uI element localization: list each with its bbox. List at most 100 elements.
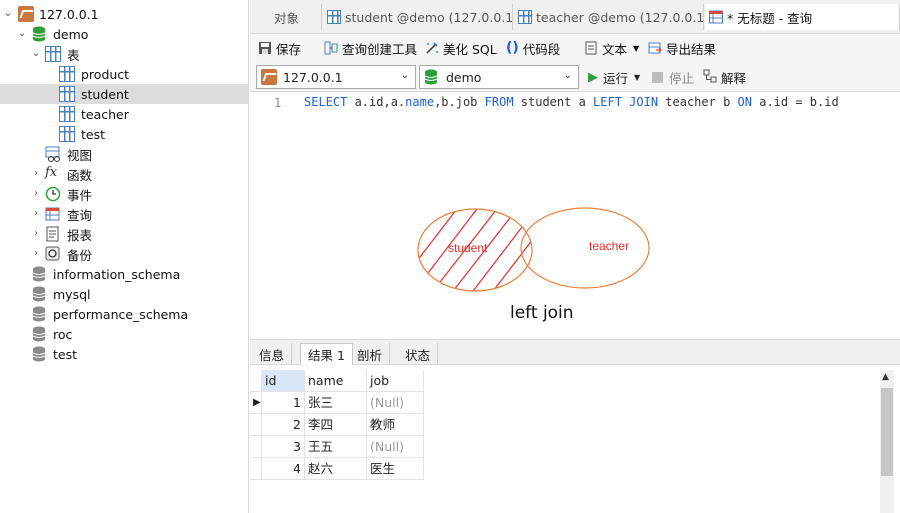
cell-job[interactable]: (Null): [367, 392, 424, 414]
database-label: roc: [53, 326, 73, 342]
group-label: 备份: [67, 247, 93, 263]
tree-database-demo[interactable]: ⌄ demo: [0, 24, 248, 44]
text-icon: [584, 41, 598, 55]
tree-table-teacher[interactable]: teacher: [0, 104, 248, 124]
report-icon: [45, 226, 61, 242]
chevron-down-icon[interactable]: ⌄: [30, 48, 42, 60]
tree-database[interactable]: test: [0, 344, 248, 364]
result-scrollbar[interactable]: ▲: [880, 370, 894, 513]
scrollbar-thumb[interactable]: [881, 388, 893, 476]
text-mode-button[interactable]: 文本 ▼: [584, 39, 639, 57]
connection-label: 127.0.0.1: [39, 6, 99, 22]
tab-result-1[interactable]: 结果 1: [300, 343, 353, 365]
tab-objects[interactable]: 对象: [250, 4, 322, 30]
tab-profile[interactable]: 剖析: [350, 343, 391, 365]
tree-table-test[interactable]: test: [0, 124, 248, 144]
right-circle: [520, 207, 650, 289]
cell-name[interactable]: 王五: [305, 436, 367, 458]
tree-views[interactable]: 视图: [0, 144, 248, 164]
cell-name[interactable]: 张三: [305, 392, 367, 414]
cell-job[interactable]: (Null): [367, 436, 424, 458]
tab-teacher[interactable]: teacher @demo (127.0.0.1...: [514, 4, 704, 30]
play-icon: ▶: [588, 69, 598, 85]
tree-queries[interactable]: › 查询: [0, 204, 248, 224]
query-builder-button[interactable]: 查询创建工具: [324, 39, 417, 57]
cell-job[interactable]: 教师: [367, 414, 424, 436]
sql-keyword: SELECT: [304, 95, 348, 109]
column-header-job[interactable]: job: [367, 370, 424, 392]
beautify-icon: [425, 41, 439, 55]
cell-id[interactable]: 2: [262, 414, 305, 436]
connection-icon: [261, 69, 277, 85]
tab-query[interactable]: * 无标题 - 查询: [705, 4, 900, 30]
table-row[interactable]: ▶ 1 张三 (Null): [250, 392, 425, 414]
tab-student[interactable]: student @demo (127.0.0.1...: [323, 4, 513, 30]
beautify-sql-button[interactable]: 美化 SQL: [425, 39, 497, 57]
connection-select[interactable]: 127.0.0.1 ⌄: [256, 65, 416, 89]
tree-database[interactable]: mysql: [0, 284, 248, 304]
sql-keyword: FROM: [484, 95, 514, 109]
tab-status[interactable]: 状态: [398, 343, 439, 365]
chevron-right-icon[interactable]: ›: [30, 208, 42, 220]
group-label: 查询: [67, 207, 93, 223]
explain-icon: [703, 69, 717, 86]
database-select[interactable]: demo ⌄: [419, 65, 579, 89]
tree-backups[interactable]: › 备份: [0, 244, 248, 264]
database-icon: [32, 266, 48, 282]
table-group-icon: [45, 46, 61, 62]
chevron-right-icon[interactable]: ›: [30, 228, 42, 240]
result-tabs: 信息 结果 1 剖析 状态: [250, 339, 900, 365]
chevron-down-icon[interactable]: ⌄: [2, 8, 14, 20]
chevron-right-icon[interactable]: ›: [30, 188, 42, 200]
cell-id[interactable]: 1: [262, 392, 305, 414]
sql-editor[interactable]: 1 SELECT a.id,a.name,b.job FROM student …: [250, 92, 900, 338]
save-icon: [258, 41, 272, 55]
tree-database[interactable]: performance_schema: [0, 304, 248, 324]
column-header-name[interactable]: name: [305, 370, 367, 392]
snippet-button[interactable]: () 代码段: [506, 39, 560, 57]
venn-left-label: student: [448, 241, 488, 255]
result-grid[interactable]: id name job ▶ 1 张三 (Null) 2 李四 教师 3 王五 (…: [250, 370, 880, 513]
cell-job[interactable]: 医生: [367, 458, 424, 480]
stop-button[interactable]: 停止: [652, 68, 694, 86]
database-label: information_schema: [53, 266, 181, 282]
chevron-right-icon[interactable]: ›: [30, 248, 42, 260]
object-tree: ⌄ 127.0.0.1 ⌄ demo ⌄ 表 product student t…: [0, 0, 249, 513]
column-header-id[interactable]: id: [262, 370, 305, 392]
navicat-window: ⌄ 127.0.0.1 ⌄ demo ⌄ 表 product student t…: [0, 0, 900, 513]
save-button[interactable]: 保存: [258, 39, 301, 57]
chevron-down-icon[interactable]: ⌄: [16, 28, 28, 40]
export-result-button[interactable]: 导出结果: [648, 39, 716, 57]
line-gutter: 1: [250, 92, 288, 338]
tree-functions[interactable]: › fx 函数: [0, 164, 248, 184]
table-row[interactable]: 3 王五 (Null): [250, 436, 425, 458]
explain-button[interactable]: 解释: [703, 68, 746, 86]
chevron-right-icon[interactable]: ›: [30, 168, 42, 180]
tree-table-product[interactable]: product: [0, 64, 248, 84]
query-icon: [45, 206, 61, 222]
scroll-up-icon[interactable]: ▲: [882, 372, 889, 382]
table-icon: [59, 126, 75, 142]
sql-code[interactable]: SELECT a.id,a.name,b.job FROM student a …: [304, 95, 839, 109]
tables-group-label: 表: [67, 47, 80, 63]
tree-database[interactable]: information_schema: [0, 264, 248, 284]
database-icon: [32, 306, 48, 322]
table-row[interactable]: 4 赵六 医生: [250, 458, 425, 480]
run-button[interactable]: ▶ 运行 ▼: [588, 68, 640, 86]
table-label: test: [81, 126, 106, 142]
cell-id[interactable]: 3: [262, 436, 305, 458]
tree-connection[interactable]: ⌄ 127.0.0.1: [0, 4, 248, 24]
row-indicator: [250, 370, 262, 392]
cell-name[interactable]: 赵六: [305, 458, 367, 480]
table-label: student: [81, 86, 129, 102]
tab-info[interactable]: 信息: [252, 343, 293, 365]
tree-table-student[interactable]: student: [0, 84, 248, 104]
tree-reports[interactable]: › 报表: [0, 224, 248, 244]
tree-database[interactable]: roc: [0, 324, 248, 344]
tree-events[interactable]: › 事件: [0, 184, 248, 204]
tree-tables-group[interactable]: ⌄ 表: [0, 44, 248, 64]
cell-id[interactable]: 4: [262, 458, 305, 480]
table-row[interactable]: 2 李四 教师: [250, 414, 425, 436]
table-label: teacher: [81, 106, 129, 122]
cell-name[interactable]: 李四: [305, 414, 367, 436]
